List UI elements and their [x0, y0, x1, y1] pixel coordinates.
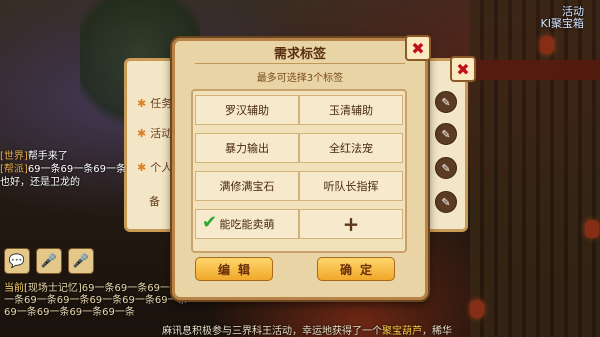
tag-option[interactable]: 听队长指挥 [299, 171, 403, 201]
close-icon: ✖ [456, 59, 470, 79]
dialog-title: 需求标签 [273, 47, 326, 62]
back-row: 备 [149, 195, 160, 208]
plus-icon: + [342, 212, 360, 236]
tag-option[interactable]: 全红法宠 [299, 133, 403, 163]
microphone-icon: 🎤 [72, 253, 90, 269]
title-divider [195, 63, 405, 64]
chat-line: [世界]帮手来了 [0, 151, 68, 162]
checkmark-icon: ✔ [202, 212, 218, 233]
pencil-icon: ✎ [441, 127, 451, 141]
tag-option[interactable]: 玉清辅助 [299, 95, 403, 125]
edit-pencil-button[interactable]: ✎ [435, 91, 457, 113]
close-icon: ✖ [411, 38, 425, 58]
pencil-icon: ✎ [441, 195, 451, 209]
confirm-button[interactable]: 确定 [317, 257, 395, 281]
chat-line: [帮派]69一条69一条69一条 [0, 164, 126, 175]
voice-team-button[interactable]: 🎤 [68, 248, 94, 274]
broadcast-ticker: 麻讯息积极参与三界科王活动，幸运地获得了一个聚宝葫芦，稀华 [162, 326, 452, 337]
microphone-icon: 🎤 [40, 253, 58, 269]
edit-pencil-button[interactable]: ✎ [435, 191, 457, 213]
tag-selection-dialog: 需求标签 最多可选择3个标签 罗汉辅助 玉清辅助 暴力输出 全红法宠 满修满宝石… [172, 38, 428, 300]
tag-option-selected[interactable]: ✔ 能吃能卖萌 [195, 209, 299, 239]
system-log: 当前[现场士记忆]69一条69一条69一条69一条69一条69一条69一条69一… [4, 283, 193, 318]
tag-grid: 罗汉辅助 玉清辅助 暴力输出 全红法宠 满修满宝石 听队长指挥 ✔ 能吃能卖萌 … [191, 89, 407, 253]
edit-pencil-button[interactable]: ✎ [435, 123, 457, 145]
voice-button[interactable]: 🎤 [36, 248, 62, 274]
dialog-subtitle: 最多可选择3个标签 [256, 73, 344, 84]
chat-area: [世界]帮手来了 [帮派]69一条69一条69一条 也好，还是卫龙的 [0, 150, 160, 189]
pencil-icon: ✎ [441, 95, 451, 109]
chat-toolbar: 💬 🎤 🎤 [4, 248, 94, 274]
add-custom-tag-button[interactable]: + [299, 209, 403, 239]
pencil-icon: ✎ [441, 161, 451, 175]
chat-icon: 💬 [8, 253, 26, 269]
event-label[interactable]: 活动 KI聚宝箱 [541, 6, 584, 30]
edit-button[interactable]: 编辑 [195, 257, 273, 281]
back-row: ✱ 任务 [137, 97, 173, 110]
chat-line: 也好，还是卫龙的 [0, 177, 80, 188]
chat-bubble-button[interactable]: 💬 [4, 248, 30, 274]
tag-option[interactable]: 罗汉辅助 [195, 95, 299, 125]
tag-option[interactable]: 暴力输出 [195, 133, 299, 163]
edit-pencil-button[interactable]: ✎ [435, 157, 457, 179]
dialog-close-button[interactable]: ✖ [405, 35, 431, 61]
background-close-button[interactable]: ✖ [450, 56, 476, 82]
back-row: ✱ 活动 [137, 127, 173, 140]
tag-option[interactable]: 满修满宝石 [195, 171, 299, 201]
